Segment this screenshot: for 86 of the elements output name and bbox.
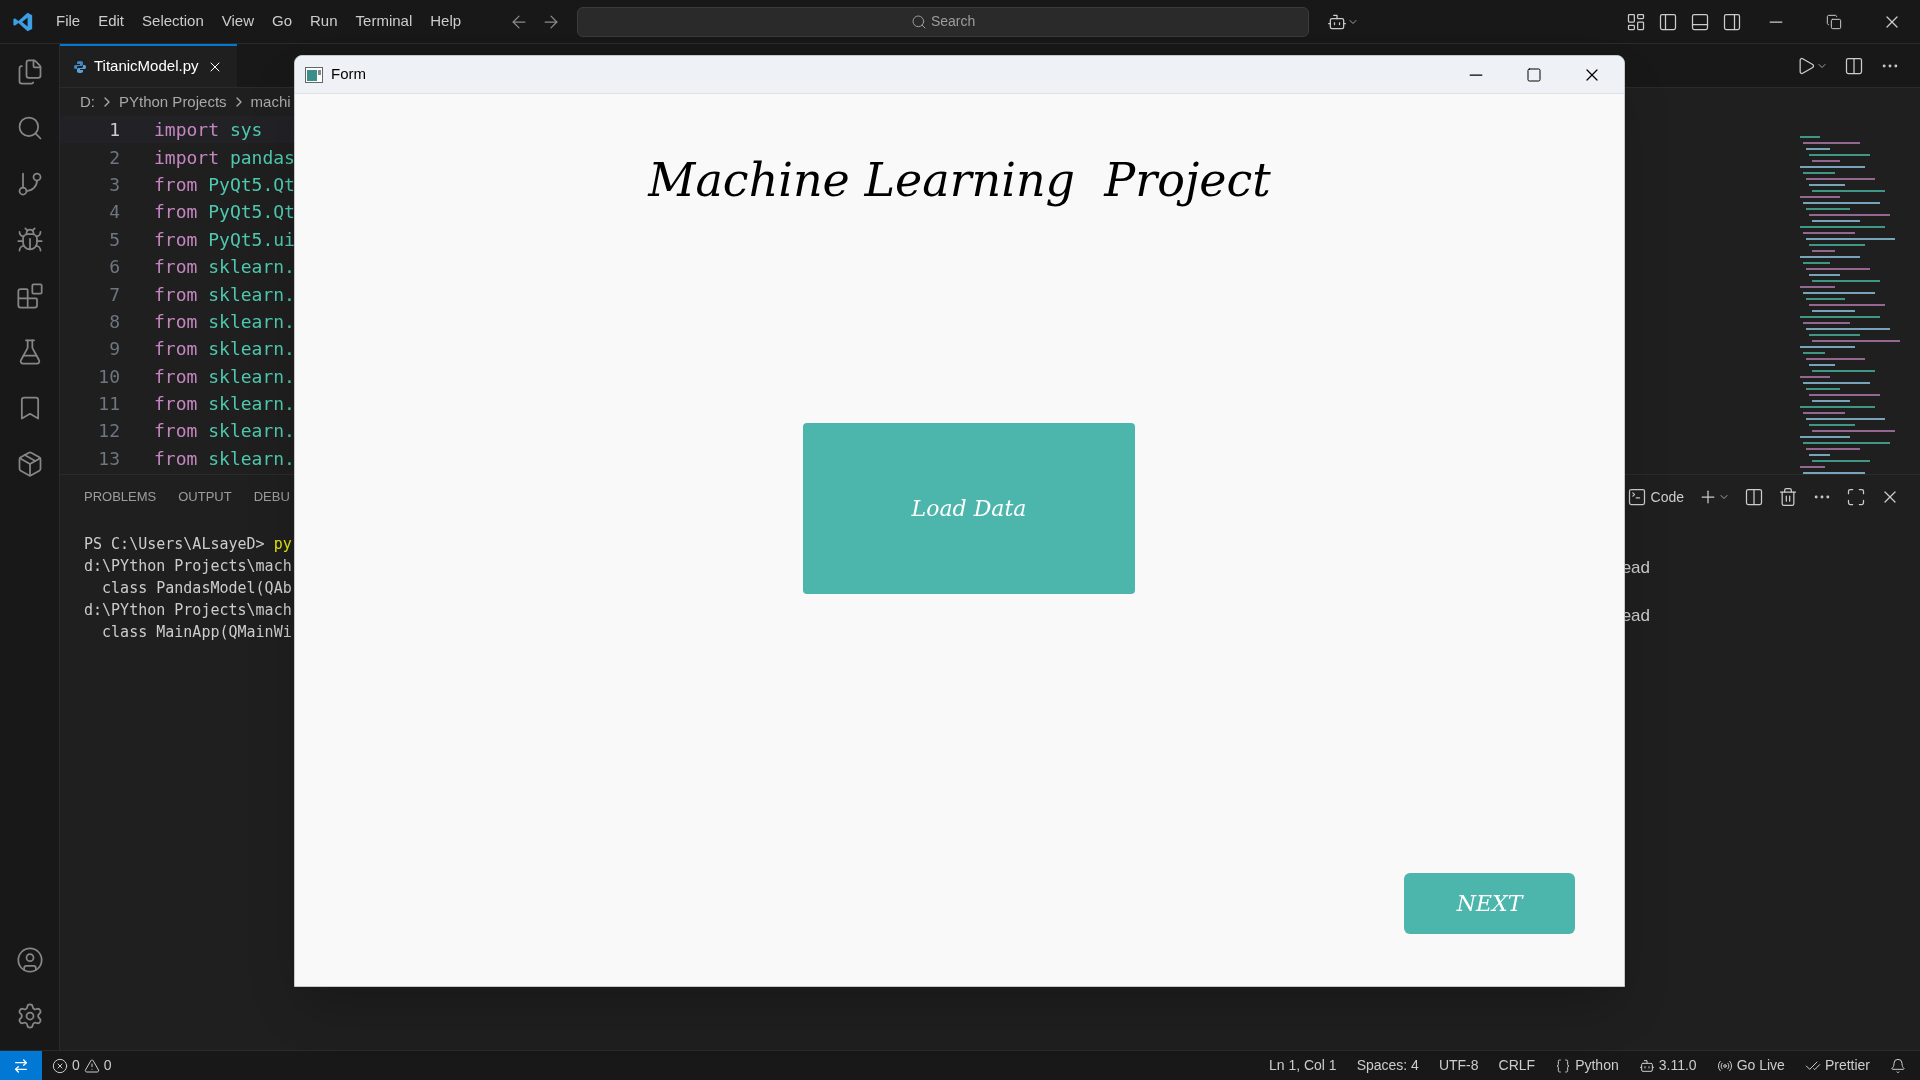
terminal-icon[interactable]	[1626, 487, 1647, 507]
terminal-line: class PandasModel(QAb	[101, 578, 292, 599]
code-line: import pandas	[154, 145, 295, 170]
panel-tab[interactable]: DEBU	[253, 487, 290, 507]
code-line: from sklearn.	[154, 419, 295, 444]
code-line: from sklearn.	[154, 392, 295, 417]
maximize-icon[interactable]	[1846, 487, 1866, 507]
split-editor-icon[interactable]	[1844, 55, 1864, 76]
code-line: from sklearn.	[154, 309, 295, 334]
terminal-line: d:\PYthon Projects\mach	[84, 600, 292, 621]
line-number: 13	[97, 446, 120, 471]
status-item[interactable]: Go Live	[1736, 1055, 1785, 1076]
menu-item[interactable]: Edit	[90, 10, 133, 33]
code-line: from PyQt5.Qt	[154, 172, 295, 197]
code-line: from sklearn.	[154, 446, 295, 471]
panel-right-icon[interactable]	[1722, 11, 1742, 32]
search-field[interactable]: Search	[577, 6, 1310, 37]
page-heading: Machine Learning Project	[648, 152, 1271, 209]
maximize-icon[interactable]	[1526, 66, 1542, 83]
code-line: import sys	[154, 118, 263, 143]
warning-count[interactable]: 0	[103, 1055, 112, 1076]
line-number: 11	[97, 392, 120, 417]
tab-label: TitanicModel.py	[94, 56, 199, 77]
breadcrumb-item[interactable]: PYthon Projects	[119, 90, 227, 114]
line-number: 6	[108, 255, 120, 280]
error-icon	[52, 1057, 68, 1074]
terminal-line: PS C:\Users\ALsayeD> py	[84, 534, 292, 555]
panel-tab[interactable]: PROBLEMS	[84, 487, 157, 507]
menu-item[interactable]: View	[213, 10, 262, 33]
bug-icon[interactable]	[15, 226, 44, 254]
line-number: 4	[108, 200, 120, 225]
error-count[interactable]: 0	[72, 1055, 80, 1076]
breadcrumb-item[interactable]: machi	[250, 90, 291, 114]
remote-icon	[13, 1057, 29, 1074]
editor-tab[interactable]: TitanicModel.py	[60, 44, 237, 87]
menu-item[interactable]: Run	[302, 10, 346, 33]
panel-bottom-icon[interactable]	[1690, 11, 1710, 32]
code-line: from PyQt5.Qt	[154, 200, 295, 225]
status-item[interactable]: Prettier	[1824, 1055, 1870, 1076]
window-title: Form	[331, 64, 366, 85]
line-number: 3	[108, 172, 120, 197]
python-file-icon	[74, 60, 86, 73]
code-line: from PyQt5.ui	[154, 227, 295, 252]
menu-item[interactable]: Help	[422, 10, 470, 33]
status-item[interactable]: UTF-8	[1438, 1055, 1479, 1076]
panel-left-icon[interactable]	[1658, 11, 1678, 32]
status-item[interactable]: 3.11.0	[1658, 1055, 1697, 1076]
terminal-line: class MainApp(QMainWi	[101, 622, 292, 643]
line-number: 8	[108, 309, 120, 334]
line-number: 5	[108, 227, 120, 252]
code-line: from sklearn.	[154, 364, 295, 389]
line-number: 2	[108, 145, 120, 170]
terminal-line: d:\PYthon Projects\mach	[84, 556, 292, 577]
line-number: 7	[108, 282, 120, 307]
bell-icon[interactable]	[1890, 1057, 1906, 1074]
line-number: 9	[108, 337, 120, 362]
code-line: from sklearn.	[154, 282, 295, 307]
menu-item[interactable]: File	[48, 10, 89, 33]
warning-icon	[83, 1057, 100, 1074]
restore-icon[interactable]	[1826, 13, 1842, 30]
status-item[interactable]: CRLF	[1498, 1055, 1536, 1076]
search-icon	[910, 13, 927, 30]
menu-item[interactable]: Terminal	[347, 10, 421, 33]
status-icon	[1638, 1057, 1655, 1074]
split-terminal-icon[interactable]	[1744, 487, 1764, 507]
line-number: 10	[97, 364, 120, 389]
code-line: from sklearn.	[154, 255, 295, 280]
line-number: 12	[97, 419, 120, 444]
menu-item[interactable]: Selection	[134, 10, 212, 33]
status-item[interactable]: Spaces: 4	[1356, 1055, 1419, 1076]
blocks-icon[interactable]	[15, 282, 44, 310]
status-item[interactable]: Python	[1575, 1055, 1619, 1076]
status-icon	[1555, 1057, 1572, 1074]
line-number: 1	[108, 118, 120, 143]
code-line: from sklearn.	[154, 337, 295, 362]
window-icon	[305, 66, 323, 83]
breadcrumb-item[interactable]: D:	[80, 90, 95, 114]
terminal-name[interactable]: Code	[1650, 486, 1684, 508]
remote-button[interactable]	[0, 1051, 42, 1080]
panel-tab[interactable]: OUTPUT	[178, 487, 232, 507]
account-icon[interactable]	[15, 946, 44, 974]
status-item[interactable]: Ln 1, Col 1	[1268, 1055, 1337, 1076]
layout-icon[interactable]	[1626, 11, 1646, 32]
app-logo-icon	[12, 10, 34, 33]
trash-icon[interactable]	[1778, 487, 1798, 507]
menu-item[interactable]: Go	[264, 10, 300, 33]
